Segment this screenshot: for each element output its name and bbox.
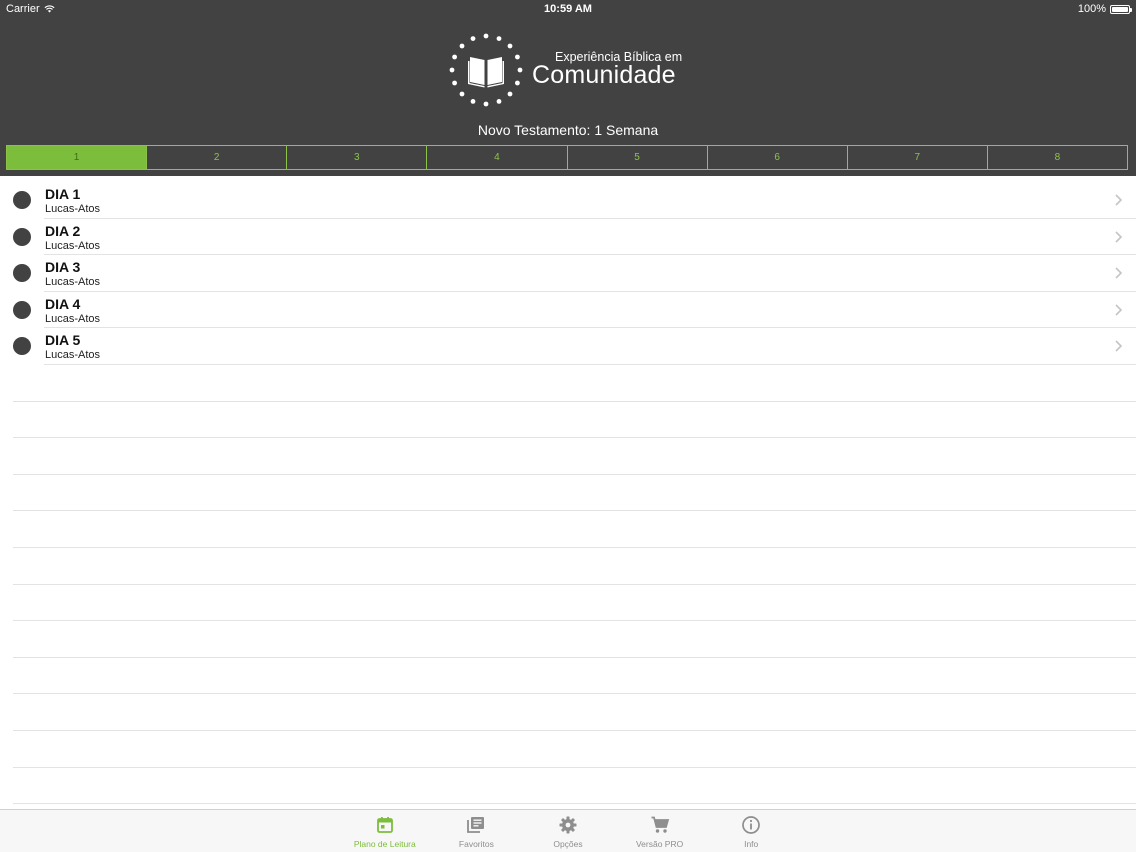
battery-icon (1110, 4, 1132, 14)
day-title: DIA 3 (45, 259, 81, 276)
day-title: DIA 4 (45, 295, 81, 312)
day-list: DIA 1 Lucas-Atos DIA 2 Lucas-Atos DIA 3 … (0, 182, 1136, 365)
tab-info[interactable]: Info (705, 810, 797, 852)
chevron-right-icon (1115, 194, 1123, 206)
empty-row-separator (13, 585, 1136, 622)
day-title: DIA 1 (45, 186, 81, 202)
chevron-right-icon (1115, 304, 1123, 316)
empty-row-separator (13, 694, 1136, 731)
empty-row-separator (13, 475, 1136, 512)
book-circle-logo-icon (449, 33, 523, 107)
gear-icon (559, 816, 577, 834)
week-tab-8[interactable]: 8 (988, 146, 1127, 169)
day-reading: Lucas-Atos (45, 312, 101, 325)
day-status-dot (13, 300, 31, 319)
library-icon (467, 817, 485, 833)
tab-label: Versão PRO (635, 839, 684, 849)
day-status-dot (13, 227, 31, 246)
tab-opcoes[interactable]: Opções (522, 810, 614, 852)
day-reading: Lucas-Atos (45, 276, 101, 289)
empty-table-rows (13, 365, 1136, 805)
tab-label: Favoritos (458, 839, 494, 849)
chevron-right-icon (1115, 267, 1123, 279)
status-time: 10:59 AM (544, 3, 592, 15)
empty-row-separator (13, 658, 1136, 695)
week-tab-5[interactable]: 5 (568, 146, 708, 169)
tab-versao-pro[interactable]: Versão PRO (614, 810, 706, 852)
week-tab-6[interactable]: 6 (708, 146, 848, 169)
day-reading: Lucas-Atos (45, 239, 101, 252)
week-tab-7[interactable]: 7 (848, 146, 988, 169)
week-tab-4[interactable]: 4 (427, 146, 568, 169)
tab-favoritos[interactable]: Favoritos (431, 810, 523, 852)
tab-bar: Plano de Leitura Favoritos Opções Versão… (0, 809, 1136, 852)
empty-row-separator (13, 548, 1136, 585)
info-icon (742, 816, 761, 834)
day-status-dot (13, 337, 31, 356)
day-row-3[interactable]: DIA 3 Lucas-Atos (0, 255, 1136, 292)
tab-label: Plano de Leitura (353, 839, 416, 849)
day-row-4[interactable]: DIA 4 Lucas-Atos (0, 292, 1136, 329)
week-tab-2[interactable]: 2 (147, 146, 288, 169)
status-battery: 100% (1077, 3, 1132, 15)
plan-title: Novo Testamento: 1 Semana (477, 122, 659, 138)
week-selector: 1 2 3 4 5 6 7 8 (6, 145, 1128, 170)
app-header: Carrier 10:59 AM 100% Experiência Bíblic… (0, 0, 1136, 176)
chevron-right-icon (1115, 231, 1123, 243)
tab-plano-de-leitura[interactable]: Plano de Leitura (339, 810, 431, 852)
day-status-dot (13, 191, 31, 209)
status-bar: Carrier 10:59 AM 100% (0, 0, 1136, 18)
empty-row-separator (13, 511, 1136, 548)
empty-row-separator (13, 621, 1136, 658)
day-row-5[interactable]: DIA 5 Lucas-Atos (0, 328, 1136, 365)
day-status-dot (13, 264, 31, 283)
day-row-1[interactable]: DIA 1 Lucas-Atos (0, 182, 1136, 219)
empty-row-separator (13, 438, 1136, 475)
empty-row-separator (13, 402, 1136, 439)
app-logo: Experiência Bíblica em Comunidade (448, 32, 688, 108)
day-reading: Lucas-Atos (45, 203, 101, 215)
week-tab-3[interactable]: 3 (287, 146, 428, 169)
cart-icon (651, 816, 669, 833)
calendar-icon (376, 817, 393, 833)
day-title: DIA 2 (45, 222, 81, 239)
chevron-right-icon (1115, 340, 1123, 352)
empty-row-separator (13, 365, 1136, 402)
week-tab-1[interactable]: 1 (7, 146, 148, 169)
empty-row-separator (13, 731, 1136, 768)
tab-label: Opções (553, 839, 583, 849)
battery-label: 100% (1077, 3, 1106, 15)
tab-label: Info (744, 839, 759, 849)
empty-row-separator (13, 768, 1136, 805)
day-row-2[interactable]: DIA 2 Lucas-Atos (0, 219, 1136, 256)
day-reading: Lucas-Atos (45, 349, 101, 362)
logo-name: Comunidade (532, 61, 676, 89)
day-title: DIA 5 (45, 332, 81, 349)
